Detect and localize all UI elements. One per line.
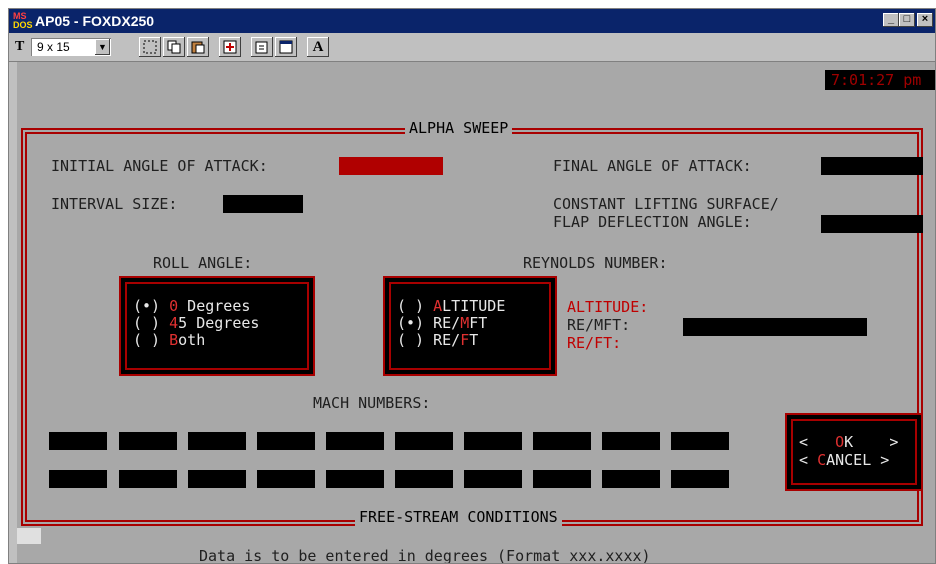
terminal-screen: 7:01:27 pm ALPHA SWEEP INITIAL ANGLE OF …: [17, 62, 935, 564]
font-button[interactable]: A: [307, 37, 329, 57]
reynolds-label: REYNOLDS NUMBER:: [523, 254, 668, 272]
bottom-frame-title: FREE-STREAM CONDITIONS: [355, 508, 562, 526]
mach-input-17[interactable]: [464, 470, 522, 488]
mach-input-11[interactable]: [49, 470, 107, 488]
constant-label-line1: CONSTANT LIFTING SURFACE/: [553, 195, 779, 213]
minimize-button[interactable]: _: [883, 13, 899, 27]
mach-input-18[interactable]: [533, 470, 591, 488]
ok-button[interactable]: < OK >: [799, 433, 898, 451]
roll-option-0[interactable]: (•) 0 Degrees: [133, 298, 250, 315]
interval-input[interactable]: [223, 195, 303, 213]
reynolds-option-remft[interactable]: (•) RE/MFT: [397, 315, 487, 332]
mach-input-10[interactable]: [671, 432, 729, 450]
remft-input[interactable]: [683, 318, 867, 336]
font-size-select[interactable]: 9 x 15 ▼: [31, 38, 111, 56]
roll-option-both[interactable]: ( ) Both: [133, 332, 205, 349]
initial-aoa-label: INITIAL ANGLE OF ATTACK:: [51, 157, 268, 175]
clock: 7:01:27 pm: [825, 70, 935, 90]
chevron-down-icon[interactable]: ▼: [95, 39, 110, 55]
toolbar: T 9 x 15 ▼ A: [9, 33, 935, 62]
mach-input-1[interactable]: [49, 432, 107, 450]
reynolds-option-reft[interactable]: ( ) RE/FT: [397, 332, 478, 349]
mark-icon[interactable]: [139, 37, 161, 57]
font-size-value: 9 x 15: [37, 40, 70, 54]
constant-label-line2: FLAP DEFLECTION ANGLE:: [553, 213, 752, 231]
properties-icon[interactable]: [251, 37, 273, 57]
mach-input-4[interactable]: [257, 432, 315, 450]
fullscreen-icon[interactable]: [219, 37, 241, 57]
reft-label: RE/FT:: [567, 334, 622, 352]
msdos-logo-icon: MS DOS: [13, 11, 33, 30]
roll-option-45[interactable]: ( ) 45 Degrees: [133, 315, 259, 332]
mach-input-5[interactable]: [326, 432, 384, 450]
flap-angle-input[interactable]: [821, 215, 923, 233]
mach-input-20[interactable]: [671, 470, 729, 488]
mach-input-2[interactable]: [119, 432, 177, 450]
mach-input-3[interactable]: [188, 432, 246, 450]
mach-input-9[interactable]: [602, 432, 660, 450]
close-button[interactable]: ×: [917, 13, 933, 27]
reynolds-option-altitude[interactable]: ( ) ALTITUDE: [397, 298, 505, 315]
mach-input-8[interactable]: [533, 432, 591, 450]
mach-input-14[interactable]: [257, 470, 315, 488]
cancel-button[interactable]: < CANCEL >: [799, 451, 889, 469]
interval-label: INTERVAL SIZE:: [51, 195, 178, 213]
copy-icon[interactable]: [163, 37, 185, 57]
paste-icon[interactable]: [187, 37, 209, 57]
button-group: < OK > < CANCEL >: [785, 413, 923, 491]
dos-window: MS DOS AP05 - FOXDX250 _ □ × T 9 x 15 ▼ A…: [8, 8, 936, 564]
mach-input-19[interactable]: [602, 470, 660, 488]
reynolds-group: ( ) ALTITUDE (•) RE/MFT ( ) RE/FT: [383, 276, 557, 376]
altitude-label: ALTITUDE:: [567, 298, 649, 316]
mach-input-13[interactable]: [188, 470, 246, 488]
mach-input-16[interactable]: [395, 470, 453, 488]
font-type-icon: T: [15, 39, 25, 54]
roll-angle-group: (•) 0 Degrees ( ) 45 Degrees ( ) Both: [119, 276, 315, 376]
mach-input-15[interactable]: [326, 470, 384, 488]
mach-input-6[interactable]: [395, 432, 453, 450]
mach-label: MACH NUMBERS:: [313, 394, 431, 412]
title-bar[interactable]: MS DOS AP05 - FOXDX250 _ □ ×: [9, 9, 935, 33]
maximize-button[interactable]: □: [899, 13, 915, 27]
window-title: AP05 - FOXDX250: [35, 13, 155, 29]
status-line: Data is to be entered in degrees (Format…: [199, 547, 651, 564]
background-icon[interactable]: [275, 37, 297, 57]
final-aoa-input[interactable]: [821, 157, 923, 175]
mach-input-7[interactable]: [464, 432, 522, 450]
roll-angle-label: ROLL ANGLE:: [153, 254, 253, 272]
initial-aoa-input[interactable]: [339, 157, 443, 175]
text-cursor: [17, 528, 41, 544]
final-aoa-label: FINAL ANGLE OF ATTACK:: [553, 157, 752, 175]
frame-title: ALPHA SWEEP: [405, 119, 513, 137]
remft-label: RE/MFT:: [567, 316, 631, 334]
mach-input-12[interactable]: [119, 470, 177, 488]
